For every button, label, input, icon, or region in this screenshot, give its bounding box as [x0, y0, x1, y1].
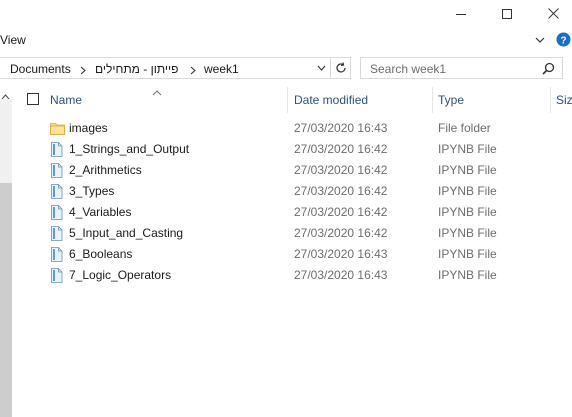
file-icon: [50, 205, 64, 220]
column-name[interactable]: Name: [50, 93, 82, 107]
file-type: IPYNB File: [438, 184, 497, 198]
file-row[interactable]: 3_Types 27/03/2020 16:42 IPYNB File: [15, 181, 572, 202]
file-row[interactable]: 4_Variables 27/03/2020 16:42 IPYNB File: [15, 202, 572, 223]
breadcrumb-separator-icon[interactable]: [190, 64, 196, 78]
column-divider[interactable]: [432, 87, 433, 113]
chevron-down-icon: [535, 37, 545, 43]
column-type[interactable]: Type: [438, 93, 464, 107]
chevron-right-icon: [80, 66, 86, 75]
file-type: IPYNB File: [438, 226, 497, 240]
minimize-icon: [456, 13, 466, 15]
file-icon: [50, 142, 64, 157]
file-row[interactable]: 5_Input_and_Casting 27/03/2020 16:42 IPYNB…: [15, 223, 572, 244]
file-row[interactable]: images 27/03/2020 16:43 File folder: [15, 118, 572, 139]
file-type: IPYNB File: [438, 163, 497, 177]
file-type: IPYNB File: [438, 247, 497, 261]
file-date-modified: 27/03/2020 16:42: [294, 142, 388, 156]
ribbon-tab-view[interactable]: View: [0, 33, 26, 47]
help-icon: ?: [556, 32, 571, 47]
file-name: 4_Variables: [69, 205, 132, 219]
breadcrumb-week1[interactable]: week1: [204, 62, 239, 76]
address-bar[interactable]: Documents פייתון - מתחילים week1: [0, 57, 331, 79]
file-date-modified: 27/03/2020 16:42: [294, 184, 388, 198]
file-name: 2_Arithmetics: [69, 163, 142, 177]
refresh-icon: [335, 62, 346, 73]
file-date-modified: 27/03/2020 16:42: [294, 205, 388, 219]
file-name: images: [69, 121, 108, 135]
breadcrumb-folder[interactable]: פייתון - מתחילים: [95, 62, 178, 76]
title-bar: [0, 0, 572, 27]
file-type: IPYNB File: [438, 268, 497, 282]
scrollbar-thumb[interactable]: [0, 183, 12, 417]
breadcrumb-documents[interactable]: Documents: [10, 62, 71, 76]
file-name: 7_Logic_Operators: [69, 268, 172, 282]
search-placeholder[interactable]: Search week1: [370, 62, 446, 76]
chevron-down-icon: [317, 65, 325, 71]
column-date-modified[interactable]: Date modified: [294, 93, 368, 107]
file-name: 6_Booleans: [69, 247, 133, 261]
file-type: File folder: [438, 121, 491, 135]
breadcrumb-separator-icon[interactable]: [80, 64, 86, 78]
column-divider[interactable]: [550, 87, 551, 113]
ribbon: View ?: [0, 27, 572, 53]
file-icon: [50, 247, 64, 262]
file-icon: [50, 268, 64, 283]
file-row[interactable]: 6_Booleans 27/03/2020 16:43 IPYNB File: [15, 244, 572, 265]
navigation-pane: [0, 85, 12, 417]
search-icon[interactable]: [542, 62, 555, 78]
file-icon: [50, 163, 64, 178]
file-date-modified: 27/03/2020 16:42: [294, 226, 388, 240]
file-date-modified: 27/03/2020 16:43: [294, 247, 388, 261]
file-date-modified: 27/03/2020 16:43: [294, 121, 388, 135]
file-type: IPYNB File: [438, 142, 497, 156]
maximize-button[interactable]: [484, 0, 530, 27]
column-header: Name Date modified Type Siz: [15, 85, 572, 115]
ribbon-expand-button[interactable]: [535, 34, 545, 48]
select-all-checkbox[interactable]: [27, 93, 39, 105]
close-icon: [547, 8, 559, 19]
address-row: Documents פייתון - מתחילים week1 Search …: [0, 57, 572, 82]
file-name: 1_Strings_and_Output: [69, 142, 190, 156]
folder-icon: [50, 121, 65, 136]
file-name: 3_Types: [69, 184, 115, 198]
file-row[interactable]: 1_Strings_and_Output 27/03/2020 16:42 IPYN…: [15, 139, 572, 160]
chevron-right-icon: [190, 66, 196, 75]
sort-ascending-icon: [152, 85, 162, 99]
help-button[interactable]: ?: [555, 31, 572, 48]
column-divider[interactable]: [287, 87, 288, 113]
file-row[interactable]: 2_Arithmetics 27/03/2020 16:42 IPYNB File: [15, 160, 572, 181]
file-type: IPYNB File: [438, 205, 497, 219]
file-date-modified: 27/03/2020 16:43: [294, 268, 388, 282]
file-icon: [50, 184, 64, 199]
maximize-icon: [502, 8, 512, 19]
address-history-button[interactable]: [312, 58, 330, 78]
file-date-modified: 27/03/2020 16:42: [294, 163, 388, 177]
file-icon: [50, 226, 64, 241]
column-size[interactable]: Siz: [556, 93, 572, 107]
file-name: 5_Input_and_Casting: [69, 226, 184, 240]
file-list: images 27/03/2020 16:43 File folder 1_Strin…: [15, 118, 572, 286]
file-row[interactable]: 7_Logic_Operators 27/03/2020 16:43 IPYNB F…: [15, 265, 572, 286]
close-button[interactable]: [530, 0, 572, 27]
svg-text:?: ?: [560, 36, 566, 47]
minimize-button[interactable]: [438, 0, 484, 27]
search-box[interactable]: Search week1: [360, 57, 563, 79]
refresh-button[interactable]: [331, 57, 351, 79]
